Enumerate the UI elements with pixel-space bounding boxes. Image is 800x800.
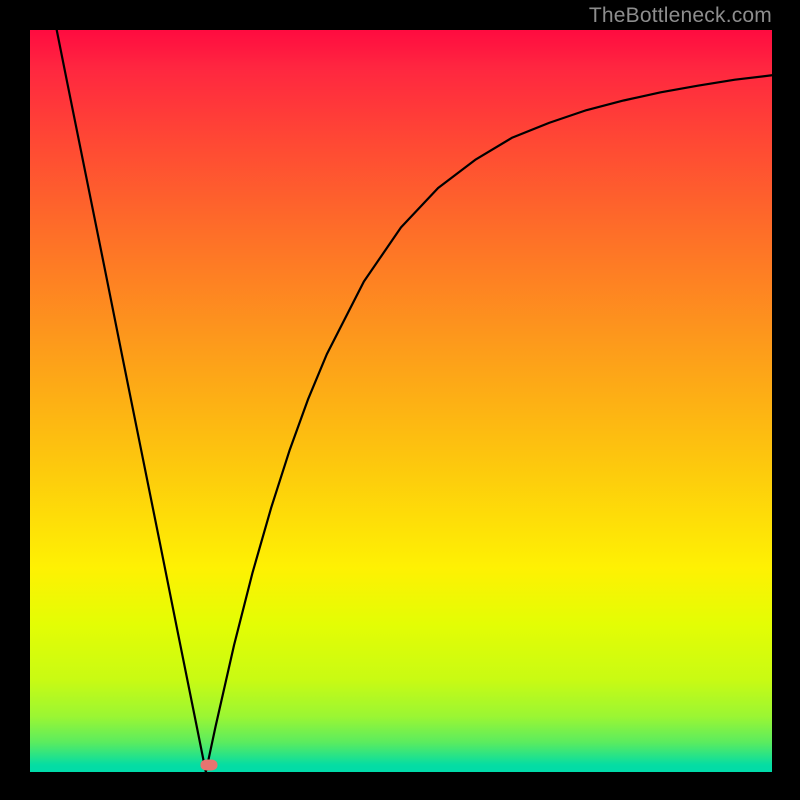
chart-frame: TheBottleneck.com [0,0,800,800]
watermark-text: TheBottleneck.com [589,4,772,28]
plot-area [30,30,772,772]
bottleneck-curve [30,30,772,772]
minimum-marker [200,760,217,771]
